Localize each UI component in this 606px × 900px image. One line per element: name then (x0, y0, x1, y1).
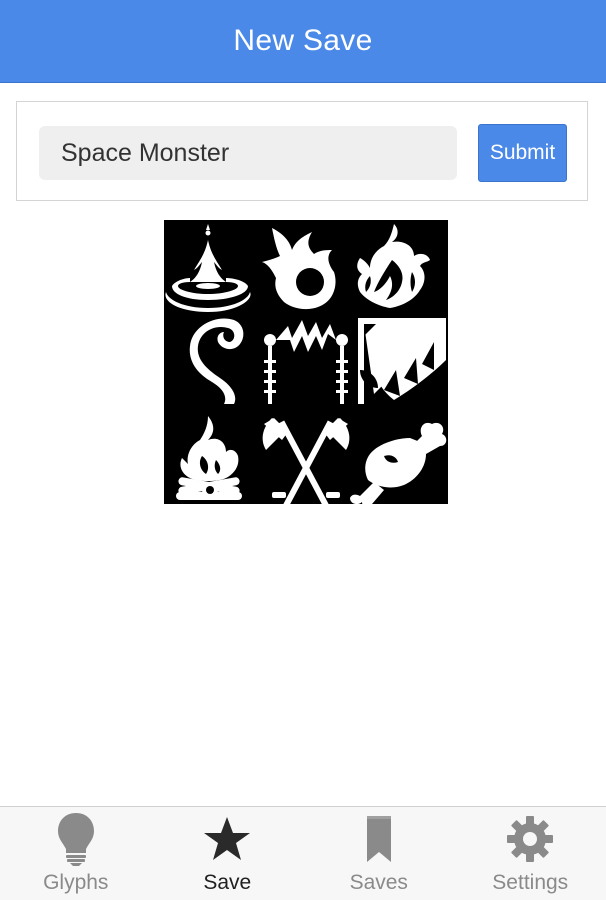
tab-saves[interactable]: Saves (303, 807, 455, 900)
page-title: New Save (233, 24, 373, 57)
tentacle-icon (189, 318, 244, 404)
save-name-input[interactable] (39, 126, 457, 180)
meat-icon (350, 422, 447, 504)
save-form: Submit (16, 101, 588, 201)
bottom-tab-bar: Glyphs Save Saves Settings (0, 806, 606, 900)
lightbulb-icon (48, 811, 104, 867)
monster-jaw-icon (358, 318, 446, 404)
tab-label: Settings (492, 871, 569, 894)
flame-icon (357, 224, 430, 308)
tab-settings[interactable]: Settings (455, 807, 606, 900)
lightning-staffs-icon (264, 320, 348, 404)
gear-icon (502, 811, 558, 867)
tab-label: Glyphs (43, 871, 109, 894)
submit-button[interactable]: Submit (478, 124, 567, 182)
tab-save[interactable]: Save (152, 807, 304, 900)
star-icon (199, 811, 255, 867)
tab-label: Save (203, 871, 252, 894)
glyph-board (164, 220, 448, 504)
crossed-axes-icon (262, 418, 350, 504)
tab-glyphs[interactable]: Glyphs (0, 807, 152, 900)
tab-label: Saves (349, 871, 408, 894)
fireball-icon (262, 228, 336, 310)
bookmark-icon (351, 811, 407, 867)
campfire-icon (176, 416, 242, 500)
water-drop-splash-icon (165, 224, 251, 312)
app: New Save Submit (0, 0, 606, 900)
header-bar: New Save (0, 0, 606, 83)
